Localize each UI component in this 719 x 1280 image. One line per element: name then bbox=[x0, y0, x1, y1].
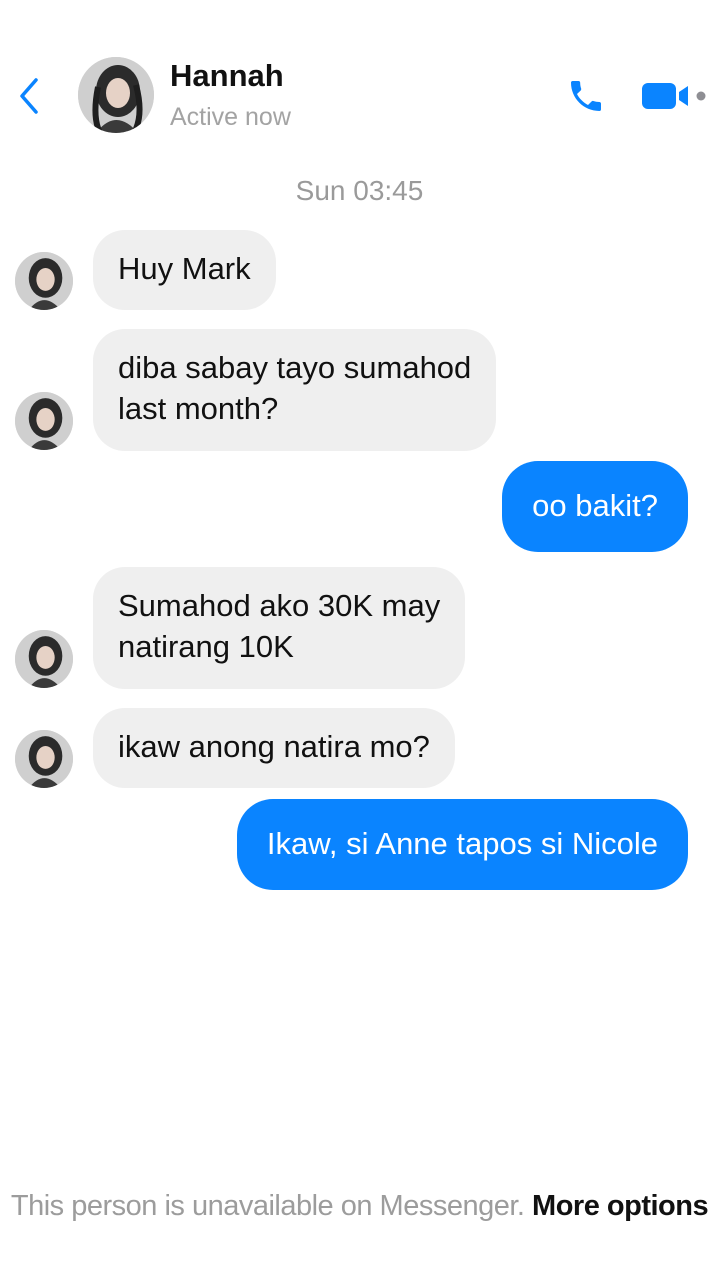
sender-avatar bbox=[15, 730, 73, 788]
outgoing-message[interactable]: oo bakit? bbox=[502, 461, 688, 552]
message-text: Sumahod ako 30K may bbox=[118, 588, 441, 623]
incoming-message[interactable]: Sumahod ako 30K may natirang 10K bbox=[93, 567, 466, 689]
contact-avatar[interactable] bbox=[78, 57, 154, 133]
message-text: last month? bbox=[118, 391, 279, 426]
message-text: oo bakit? bbox=[532, 488, 658, 523]
message-text: Huy Mark bbox=[118, 251, 251, 286]
chat-header: Hannah Active now bbox=[0, 0, 719, 150]
message-text: ikaw anong natira mo? bbox=[118, 729, 430, 764]
incoming-message[interactable]: ikaw anong natira mo? bbox=[93, 708, 455, 788]
message-timestamp: Sun 03:45 bbox=[295, 175, 424, 206]
contact-name[interactable]: Hannah bbox=[170, 58, 284, 94]
message-text: diba sabay tayo sumahod bbox=[118, 350, 472, 385]
incoming-message[interactable]: Huy Mark bbox=[93, 230, 276, 310]
unavailable-notice: This person is unavailable on Messenger.… bbox=[0, 1190, 719, 1223]
message-text: natirang 10K bbox=[118, 629, 294, 664]
chevron-left-icon[interactable] bbox=[14, 74, 44, 118]
sender-avatar bbox=[15, 252, 73, 310]
incoming-message[interactable]: diba sabay tayo sumahod last month? bbox=[93, 329, 497, 451]
sender-avatar bbox=[15, 630, 73, 688]
video-camera-icon[interactable] bbox=[640, 80, 710, 112]
phone-icon[interactable] bbox=[566, 76, 606, 116]
more-options-link[interactable]: More options bbox=[532, 1190, 709, 1222]
outgoing-message[interactable]: Ikaw, si Anne tapos si Nicole bbox=[236, 799, 688, 890]
sender-avatar bbox=[15, 392, 73, 450]
contact-status: Active now bbox=[170, 103, 291, 131]
message-text: Ikaw, si Anne tapos si Nicole bbox=[266, 826, 658, 861]
unavailable-text: This person is unavailable on Messenger. bbox=[10, 1190, 525, 1222]
